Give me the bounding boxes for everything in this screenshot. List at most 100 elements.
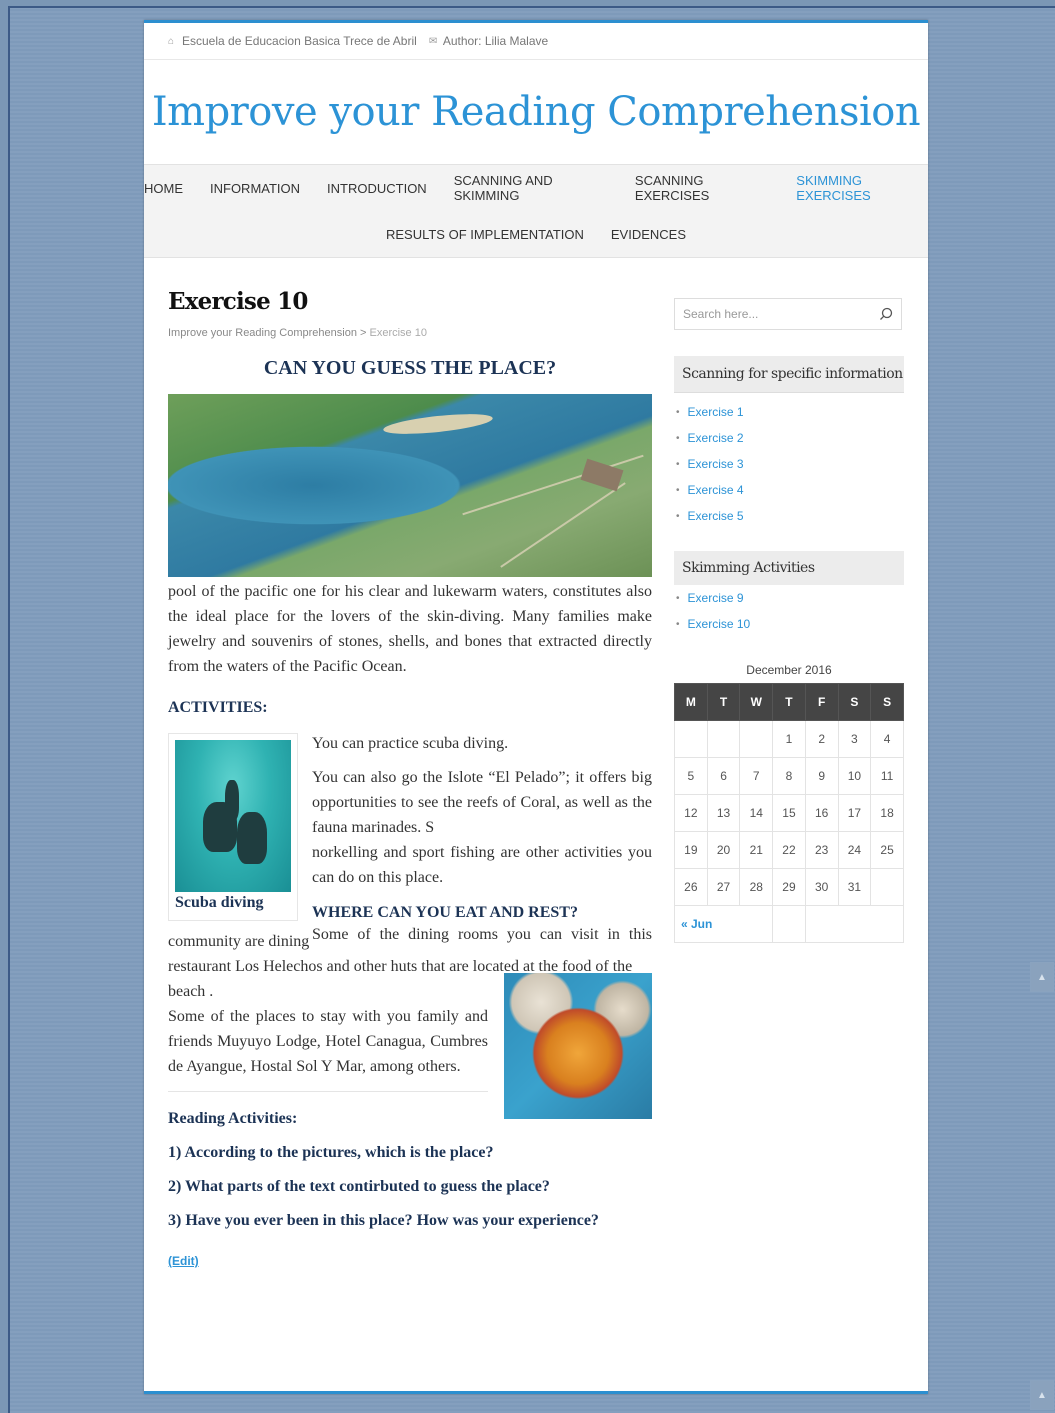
article-headline: CAN YOU GUESS THE PLACE? bbox=[263, 357, 557, 379]
sidebar: Search here... Scanning for specific inf… bbox=[673, 298, 905, 943]
calendar-day: 13 bbox=[706, 794, 741, 832]
calendar-day: 15 bbox=[772, 794, 806, 832]
activity-scuba: You can practice scuba diving. bbox=[312, 735, 509, 752]
calendar-prev-link[interactable]: « Jun bbox=[673, 905, 774, 943]
calendar-day bbox=[739, 720, 774, 758]
photo-diver bbox=[237, 812, 267, 864]
back-to-top-button[interactable]: ▲ bbox=[1030, 1380, 1054, 1410]
chevron-up-icon: ▲ bbox=[1037, 1389, 1047, 1401]
calendar-day: 2 bbox=[804, 720, 839, 758]
eat-line-4: beach . bbox=[168, 983, 214, 1000]
photo-diver bbox=[203, 802, 237, 852]
calendar-day: 16 bbox=[804, 794, 839, 832]
activities-heading: ACTIVITIES: bbox=[168, 699, 268, 716]
calendar-day-header: S bbox=[870, 683, 904, 721]
main-navigation: HOME INFORMATION INTRODUCTION SCANNING A… bbox=[144, 164, 928, 258]
nav-results-of-implementation[interactable]: RESULTS OF IMPLEMENTATION bbox=[386, 227, 584, 242]
page-container: ⌂ Escuela de Educacion Basica Trece de A… bbox=[144, 20, 928, 1394]
scroll-up-button[interactable]: ▲ bbox=[1030, 962, 1054, 992]
calendar-day: 5 bbox=[674, 757, 708, 795]
calendar-day: 12 bbox=[674, 794, 708, 832]
chevron-up-icon: ▲ bbox=[1037, 971, 1047, 983]
scanning-exercise-2[interactable]: Exercise 2 bbox=[674, 425, 904, 451]
calendar-day: 7 bbox=[739, 757, 774, 795]
nav-skimming-exercises[interactable]: SKIMMING EXERCISES bbox=[796, 173, 928, 203]
skimming-exercise-10[interactable]: Exercise 10 bbox=[674, 611, 904, 637]
calendar-nav-row: « Jun bbox=[673, 905, 905, 943]
stay-paragraph: Some of the places to stay with you fami… bbox=[168, 1008, 488, 1075]
calendar-day bbox=[706, 720, 741, 758]
nav-home[interactable]: HOME bbox=[144, 181, 183, 196]
question-1: 1) According to the pictures, which is t… bbox=[168, 1144, 494, 1161]
calendar-pad bbox=[772, 905, 806, 943]
scuba-figure: Scuba diving bbox=[168, 733, 298, 921]
eat-rest-heading: WHERE CAN YOU EAT AND REST? bbox=[312, 904, 578, 921]
breadcrumb-home[interactable]: Improve your Reading Comprehension bbox=[168, 327, 357, 339]
scuba-caption: Scuba diving bbox=[175, 894, 264, 911]
author-name: Author: Lilia Malave bbox=[442, 34, 549, 48]
post-title: Exercise 10 bbox=[168, 288, 308, 315]
nav-information[interactable]: INFORMATION bbox=[210, 181, 300, 196]
eat-line-1: Some of the dining rooms you can visit i… bbox=[312, 926, 652, 943]
skimming-exercise-9[interactable]: Exercise 9 bbox=[674, 585, 904, 611]
breadcrumb-separator: > bbox=[360, 327, 367, 339]
search-input[interactable]: Search here... bbox=[683, 307, 758, 321]
calendar-next-empty bbox=[804, 905, 905, 943]
edit-wrap: (Edit) bbox=[168, 1252, 652, 1270]
scanning-exercise-4[interactable]: Exercise 4 bbox=[674, 477, 904, 503]
search-box[interactable]: Search here... bbox=[674, 298, 902, 330]
nav-evidences[interactable]: EVIDENCES bbox=[611, 227, 686, 242]
stay-text: beach . Some of the places to stay with … bbox=[168, 979, 488, 1079]
calendar-day: 18 bbox=[870, 794, 904, 832]
question-2: 2) What parts of the text contirbuted to… bbox=[168, 1178, 550, 1195]
activities-block: Scuba diving You can practice scuba divi… bbox=[168, 731, 652, 943]
calendar-day: 28 bbox=[739, 868, 774, 906]
calendar-week: 5 6 7 8 9 10 11 bbox=[674, 757, 904, 795]
nav-introduction[interactable]: INTRODUCTION bbox=[327, 181, 427, 196]
nav-scanning-and-skimming[interactable]: SCANNING AND SKIMMING bbox=[454, 173, 608, 203]
search-icon[interactable] bbox=[879, 307, 893, 321]
calendar-day-header: T bbox=[772, 683, 806, 721]
skimming-list: Exercise 9 Exercise 10 bbox=[674, 585, 904, 637]
activity-islote: You can also go the Islote “El Pelado”; … bbox=[312, 769, 652, 836]
calendar-week: 19 20 21 22 23 24 25 bbox=[674, 831, 904, 869]
nav-scanning-exercises[interactable]: SCANNING EXERCISES bbox=[635, 173, 769, 203]
scanning-exercise-3[interactable]: Exercise 3 bbox=[674, 451, 904, 477]
breadcrumb-current: Exercise 10 bbox=[369, 327, 427, 339]
calendar-day: 20 bbox=[706, 831, 741, 869]
top-info-bar: ⌂ Escuela de Educacion Basica Trece de A… bbox=[144, 23, 928, 60]
breadcrumb: Improve your Reading Comprehension > Exe… bbox=[168, 327, 652, 339]
calendar-day: 1 bbox=[772, 720, 806, 758]
calendar-day bbox=[674, 720, 708, 758]
scanning-exercise-1[interactable]: Exercise 1 bbox=[674, 399, 904, 425]
calendar-day bbox=[870, 868, 904, 906]
author-info: ✉ Author: Lilia Malave bbox=[429, 34, 548, 48]
calendar-day: 4 bbox=[870, 720, 904, 758]
skimming-widget-title: Skimming Activities bbox=[674, 551, 904, 585]
calendar-day: 8 bbox=[772, 757, 806, 795]
scuba-diving-photo bbox=[175, 740, 291, 892]
calendar-day: 11 bbox=[870, 757, 904, 795]
calendar-day: 14 bbox=[739, 794, 774, 832]
calendar-day: 22 bbox=[772, 831, 806, 869]
calendar-day: 9 bbox=[804, 757, 839, 795]
calendar-day: 3 bbox=[837, 720, 872, 758]
activity-snorkelling: norkelling and sport fishing are other a… bbox=[312, 844, 652, 886]
edit-link[interactable]: (Edit) bbox=[168, 1254, 199, 1268]
scanning-exercise-5[interactable]: Exercise 5 bbox=[674, 503, 904, 529]
calendar-day: 17 bbox=[837, 794, 872, 832]
stay-block: beach . Some of the places to stay with … bbox=[168, 973, 652, 1119]
school-info: ⌂ Escuela de Educacion Basica Trece de A… bbox=[168, 34, 417, 48]
calendar-week: 1 2 3 4 bbox=[674, 720, 904, 758]
school-name: Escuela de Educacion Basica Trece de Abr… bbox=[182, 34, 417, 48]
calendar-table: M T W T F S S 1 2 3 4 5 6 7 8 9 10 11 12… bbox=[673, 683, 905, 943]
calendar-day-header: F bbox=[804, 683, 839, 721]
calendar-day-header: M bbox=[674, 683, 708, 721]
divider bbox=[168, 1091, 488, 1092]
question-3: 3) Have you ever been in this place? How… bbox=[168, 1212, 599, 1229]
calendar-widget: December 2016 M T W T F S S 1 2 3 4 5 6 … bbox=[673, 663, 905, 943]
site-title[interactable]: Improve your Reading Comprehension bbox=[144, 60, 928, 164]
calendar-day: 24 bbox=[837, 831, 872, 869]
calendar-header-row: M T W T F S S bbox=[674, 683, 904, 721]
main-content: Exercise 10 Improve your Reading Compreh… bbox=[168, 288, 652, 1270]
